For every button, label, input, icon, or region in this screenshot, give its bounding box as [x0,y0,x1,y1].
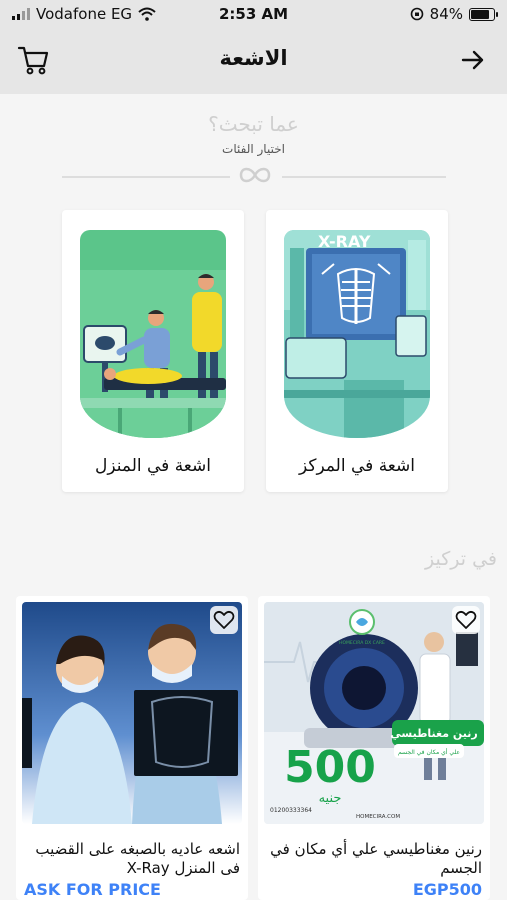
infinity-icon [239,167,271,183]
divider-right [282,176,446,178]
promo-logo-text: HOMECIRA DX CARE [339,640,385,646]
product-name-mri: رنين مغناطيسي علي أي مكان في الجسم [270,840,482,877]
product-price-mri[interactable]: EGP500 [266,880,482,899]
favorite-heart-icon[interactable] [210,606,238,634]
promo-currency-word: جنيه [319,791,342,806]
status-right: 84% [410,5,498,23]
product-card-mri[interactable]: 500 جنيه رنين مغناطيسي علي أي مكان في ال… [258,596,490,900]
battery-percent: 84% [429,5,463,23]
search-heading: عما تبحث؟ [208,112,299,136]
promo-banner-sub: علي أي مكان في الجسم [398,748,460,756]
category-card-home[interactable]: اشعة في المنزل [62,210,244,492]
category-label-center: اشعة في المركز [299,456,415,476]
status-bar: Vodafone EG 2:53 AM 84% [0,0,507,28]
promo-banner-title: رنين مغناطيسي [390,727,478,740]
product-price-xray[interactable]: ASK FOR PRICE [24,880,240,899]
categories-caption: اختيار الفئات [222,142,285,156]
product-image-xray [22,602,242,824]
favorite-heart-icon[interactable] [452,606,480,634]
category-label-home: اشعة في المنزل [95,456,211,476]
promo-big-number: 500 [284,742,376,793]
divider-left [62,176,230,178]
home-xray-illustration [80,230,226,438]
battery-icon [469,7,498,21]
orientation-lock-icon [410,7,423,21]
center-xray-illustration: X-RAY [284,230,430,438]
promo-phone: 01200333364 [270,807,312,814]
app-header: الاشعة [0,28,507,94]
product-image-mri: 500 جنيه رنين مغناطيسي علي أي مكان في ال… [264,602,484,824]
xray-badge: X-RAY [318,232,371,251]
category-card-center[interactable]: X-RAY اشعة في المركز [266,210,448,492]
focus-section-title: في تركيز [425,548,497,570]
product-card-xray[interactable]: اشعه عاديه بالصبغه على القضيب فى المنزل … [16,596,248,900]
arrow-right-icon[interactable] [459,46,487,74]
battery-fill [471,9,489,19]
promo-site: HOMECIRA.COM [356,814,400,820]
page-title: الاشعة [219,46,288,70]
product-name-xray: اشعه عاديه بالصبغه على القضيب فى المنزل … [35,840,240,877]
